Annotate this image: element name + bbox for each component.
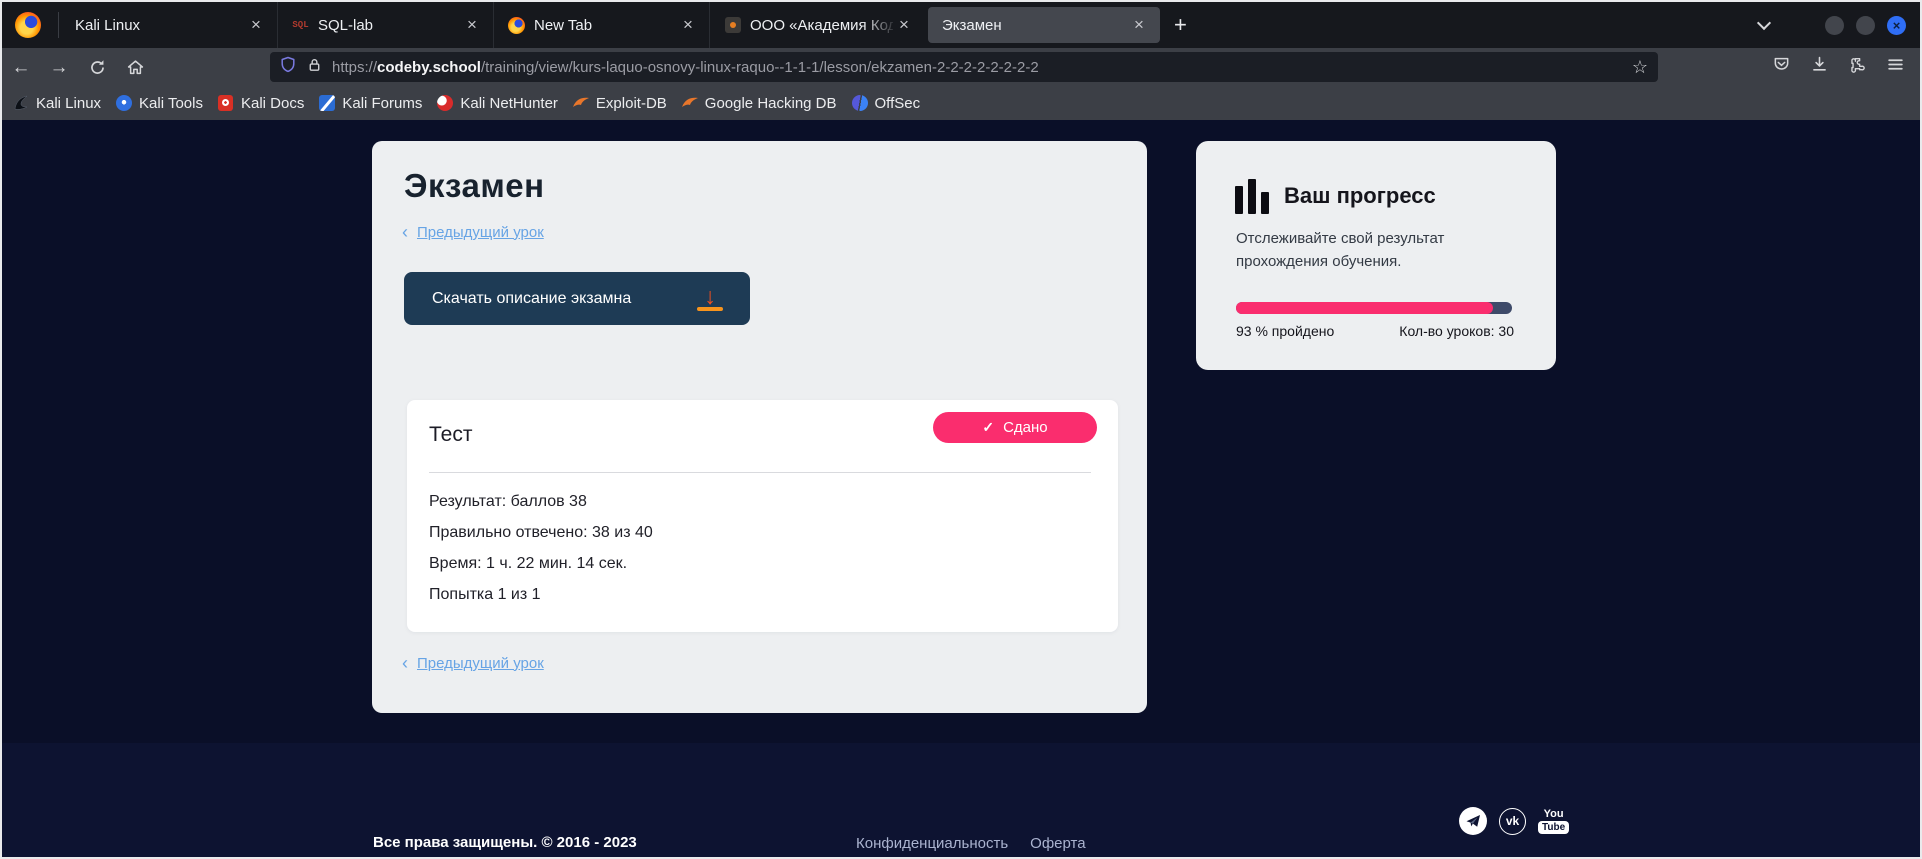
firefox-favicon [508, 17, 525, 34]
lock-icon[interactable] [307, 57, 322, 78]
kali-dragon-icon [12, 94, 30, 112]
divider [429, 472, 1091, 473]
kali-forums-icon [318, 94, 336, 112]
exploit-db-bird-icon [572, 94, 590, 112]
check-icon: ✓ [982, 419, 994, 436]
page-content: Экзамен ‹ Предыдущий урок Скачать описан… [2, 120, 1920, 857]
pocket-icon[interactable] [1773, 56, 1790, 78]
bookmark-kali-docs[interactable]: Kali Docs [217, 94, 304, 112]
home-icon[interactable] [116, 59, 154, 76]
extensions-puzzle-icon[interactable] [1849, 56, 1866, 78]
kali-docs-icon [217, 94, 235, 112]
privacy-link[interactable]: Конфиденциальность [856, 835, 1008, 852]
sql-favicon: SQL [292, 17, 309, 34]
download-exam-description-button[interactable]: Скачать описание экзамна ↓ [404, 272, 750, 325]
test-title: Тест [429, 423, 472, 447]
progress-labels: 93 % пройдено Кол-во уроков: 30 [1236, 323, 1514, 339]
tab-strip: Kali Linux × SQL SQL-lab × New Tab × ООО… [61, 2, 1160, 48]
window-minimize-button[interactable] [1825, 16, 1844, 35]
tabbar-right-controls: × [1759, 2, 1920, 48]
browser-window: Kali Linux × SQL SQL-lab × New Tab × ООО… [0, 0, 1922, 859]
offer-link[interactable]: Оферта [1030, 835, 1085, 852]
tab-new-tab[interactable]: New Tab × [493, 2, 709, 48]
telegram-icon[interactable] [1459, 807, 1487, 835]
tab-close-icon[interactable]: × [1128, 14, 1150, 36]
url-bar[interactable]: https://codeby.school/training/view/kurs… [270, 52, 1658, 82]
list-all-tabs-icon[interactable] [1757, 16, 1771, 30]
result-time-line: Время: 1 ч. 22 мин. 14 сек. [429, 548, 653, 579]
downloads-icon[interactable] [1811, 56, 1828, 78]
tab-title: SQL-lab [318, 17, 461, 34]
bar-chart-icon [1235, 179, 1271, 214]
tab-title: Kali Linux [75, 17, 245, 34]
lessons-count-label: Кол-во уроков: 30 [1399, 323, 1514, 339]
new-tab-button[interactable]: + [1174, 14, 1187, 36]
footer-links: Конфиденциальность Оферта [856, 835, 1086, 852]
test-result-card: Тест ✓ Сдано Результат: баллов 38 Правил… [407, 400, 1118, 632]
chevron-left-icon: ‹ [402, 654, 408, 672]
previous-lesson-link-bottom[interactable]: ‹ Предыдущий урок [402, 654, 544, 672]
footer: Все права защищены. © 2016 - 2023 Конфид… [2, 743, 1920, 857]
bookmark-offsec[interactable]: OffSec [851, 94, 921, 112]
tab-close-icon[interactable]: × [245, 14, 267, 36]
tab-close-icon[interactable]: × [677, 14, 699, 36]
firefox-logo-icon [15, 12, 41, 38]
kali-tools-icon [115, 94, 133, 112]
bookmark-star-icon[interactable]: ☆ [1632, 57, 1648, 78]
tab-codeby-academy[interactable]: ООО «Академия Кодеба × [709, 2, 925, 48]
tab-title: New Tab [534, 17, 677, 34]
kali-nethunter-icon [436, 94, 454, 112]
result-score-line: Результат: баллов 38 [429, 486, 653, 517]
tab-close-icon[interactable]: × [893, 14, 915, 36]
bookmark-kali-tools[interactable]: Kali Tools [115, 94, 203, 112]
offsec-icon [851, 94, 869, 112]
result-attempt-line: Попытка 1 из 1 [429, 579, 653, 610]
result-correct-line: Правильно отвечено: 38 из 40 [429, 517, 653, 548]
ghdb-bird-icon [681, 94, 699, 112]
tab-bar: Kali Linux × SQL SQL-lab × New Tab × ООО… [2, 2, 1920, 48]
bookmarks-bar: Kali Linux Kali Tools Kali Docs Kali For… [2, 86, 1920, 120]
bookmark-kali-linux[interactable]: Kali Linux [12, 94, 101, 112]
toolbar-right-icons [1773, 48, 1920, 86]
chevron-left-icon: ‹ [402, 223, 408, 241]
youtube-icon[interactable]: You Tube [1538, 809, 1569, 834]
copyright-text: Все права защищены. © 2016 - 2023 [373, 834, 637, 851]
progress-bar [1236, 302, 1512, 314]
social-icons: vk You Tube [1459, 807, 1569, 835]
tab-kali-linux[interactable]: Kali Linux × [61, 2, 277, 48]
previous-lesson-link-top[interactable]: ‹ Предыдущий урок [402, 223, 544, 241]
forward-icon[interactable]: → [40, 58, 78, 77]
bookmark-exploit-db[interactable]: Exploit-DB [572, 94, 667, 112]
tab-separator [58, 12, 59, 38]
tab-title: ООО «Академия Кодеба [750, 17, 893, 34]
navigation-toolbar: ← → https://codeby.school/training/view/… [2, 48, 1920, 86]
download-arrow-icon: ↓ [696, 286, 724, 311]
tab-ekzamen-active[interactable]: Экзамен × [928, 7, 1160, 43]
page-title: Экзамен [404, 167, 545, 205]
vk-icon[interactable]: vk [1499, 808, 1526, 835]
url-text: https://codeby.school/training/view/kurs… [332, 59, 1624, 76]
progress-title: Ваш прогресс [1284, 183, 1436, 209]
codeby-favicon [724, 17, 741, 34]
exam-card: Экзамен ‹ Предыдущий урок Скачать описан… [372, 141, 1147, 713]
back-icon[interactable]: ← [2, 58, 40, 77]
progress-percent-label: 93 % пройдено [1236, 323, 1334, 339]
tracking-protection-shield-icon[interactable] [280, 56, 296, 78]
tab-close-icon[interactable]: × [461, 14, 483, 36]
test-result-lines: Результат: баллов 38 Правильно отвечено:… [429, 486, 653, 610]
bookmark-kali-forums[interactable]: Kali Forums [318, 94, 422, 112]
reload-icon[interactable] [78, 59, 116, 76]
progress-card: Ваш прогресс Отслеживайте свой результат… [1196, 141, 1556, 370]
progress-description: Отслеживайте свой результат прохождения … [1236, 227, 1528, 273]
bookmark-google-hacking-db[interactable]: Google Hacking DB [681, 94, 837, 112]
window-maximize-button[interactable] [1856, 16, 1875, 35]
progress-fill [1236, 302, 1493, 314]
menu-hamburger-icon[interactable] [1887, 56, 1904, 78]
tab-sql-lab[interactable]: SQL SQL-lab × [277, 2, 493, 48]
tab-title: Экзамен [942, 17, 1128, 34]
bookmark-kali-nethunter[interactable]: Kali NetHunter [436, 94, 558, 112]
window-close-button[interactable]: × [1887, 16, 1906, 35]
status-badge-passed: ✓ Сдано [933, 412, 1097, 443]
